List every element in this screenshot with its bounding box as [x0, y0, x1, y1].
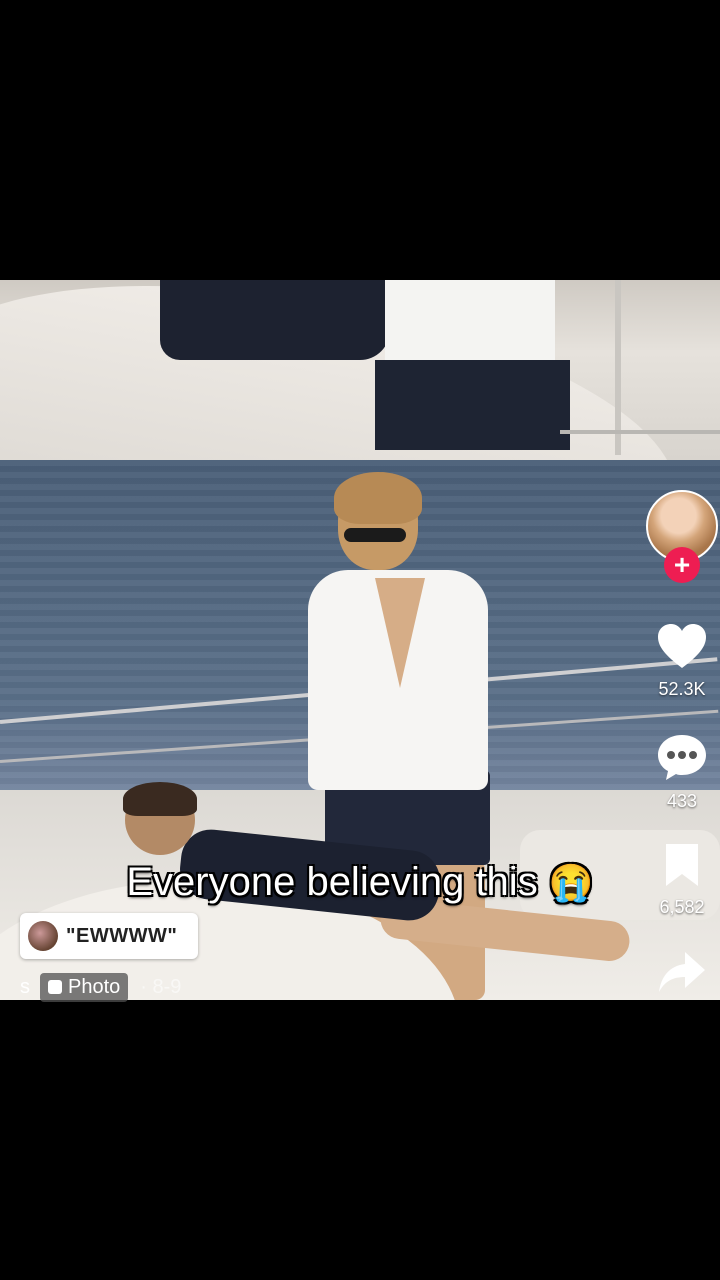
commenter-avatar [28, 921, 58, 951]
crying-emoji-icon: 😭 [548, 862, 594, 903]
photo-mode-tag[interactable]: Photo [40, 972, 129, 1002]
figure-dark-clothing [160, 280, 390, 360]
comment-text: "EWWWW" [66, 924, 178, 947]
author-initial[interactable]: s [20, 976, 30, 999]
like-count: 52.3K [658, 679, 706, 699]
comment-bubble-icon [658, 735, 706, 780]
share-arrow-icon [659, 952, 705, 992]
post-meta-row: s Photo · 8-9 [20, 972, 181, 1002]
railing-bar [560, 430, 720, 434]
pinned-comment-pill[interactable]: "EWWWW" [20, 913, 198, 959]
save-button[interactable]: 6,582 [648, 842, 716, 918]
save-count: 6,582 [659, 897, 705, 917]
bookmark-icon [666, 844, 698, 886]
share-button[interactable] [648, 950, 716, 1001]
figure-shorts [375, 360, 570, 450]
like-button[interactable]: 52.3K [648, 622, 716, 700]
photo-page-count: · 8-9 [140, 975, 182, 998]
sunglasses [344, 528, 406, 542]
video-caption: Everyone believing this 😭 [0, 860, 720, 905]
photo-panel-top [0, 280, 720, 460]
photo-icon [48, 980, 62, 994]
comment-count: 433 [666, 791, 698, 811]
photo-label: Photo [68, 975, 121, 998]
lying-person-hair [123, 782, 197, 816]
heart-icon [658, 624, 706, 668]
railing-pole [615, 280, 621, 455]
comment-button[interactable]: 433 [648, 732, 716, 812]
caption-text: Everyone believing this [126, 860, 538, 904]
standing-person-hair [334, 472, 422, 524]
follow-plus-button[interactable]: + [664, 547, 700, 583]
